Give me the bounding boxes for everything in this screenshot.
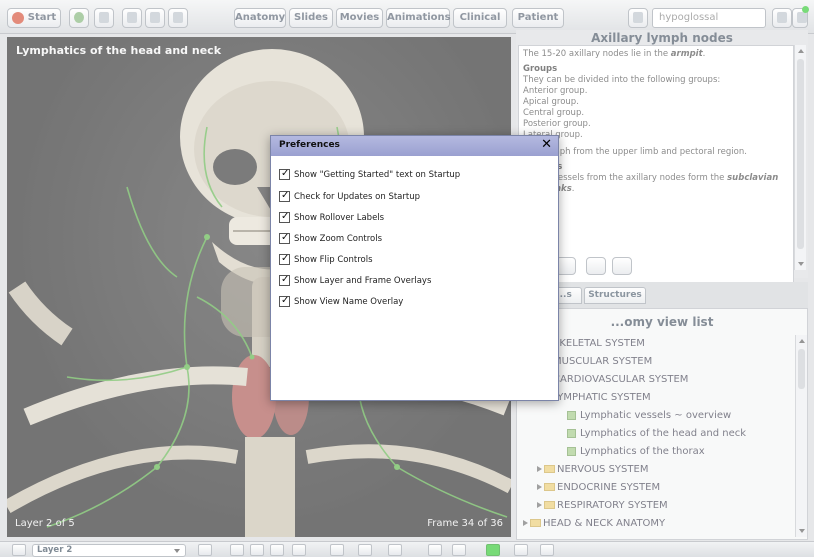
checkbox[interactable]: [279, 210, 290, 223]
preferences-dialog: Preferences ✕ Show "Getting Started" tex…: [270, 135, 559, 401]
preferences-header: Preferences ✕: [271, 136, 558, 156]
checkbox[interactable]: [279, 189, 290, 202]
pref-flip-controls[interactable]: Show Flip Controls: [279, 252, 373, 268]
pref-rollover-labels[interactable]: Show Rollover Labels: [279, 210, 385, 226]
pref-view-name-overlay[interactable]: Show View Name Overlay: [279, 294, 404, 310]
pref-label: Show View Name Overlay: [294, 297, 404, 307]
pref-label: Show Layer and Frame Overlays: [294, 276, 432, 286]
checkbox[interactable]: [279, 252, 290, 265]
pref-label: Show Zoom Controls: [294, 234, 382, 244]
pref-getting-started[interactable]: Show "Getting Started" text on Startup: [279, 167, 461, 183]
pref-label: Show "Getting Started" text on Startup: [294, 170, 461, 180]
pref-zoom-controls[interactable]: Show Zoom Controls: [279, 231, 382, 247]
pref-check-updates[interactable]: Check for Updates on Startup: [279, 189, 420, 205]
pref-layer-frame-overlays[interactable]: Show Layer and Frame Overlays: [279, 273, 432, 289]
checkbox[interactable]: [279, 273, 290, 286]
preferences-title: Preferences: [279, 140, 340, 150]
close-icon[interactable]: ✕: [541, 137, 552, 152]
pref-label: Check for Updates on Startup: [294, 192, 420, 202]
pref-label: Show Flip Controls: [294, 255, 373, 265]
checkbox[interactable]: [279, 167, 290, 180]
checkbox[interactable]: [279, 231, 290, 244]
pref-label: Show Rollover Labels: [294, 213, 385, 223]
checkbox[interactable]: [279, 294, 290, 307]
